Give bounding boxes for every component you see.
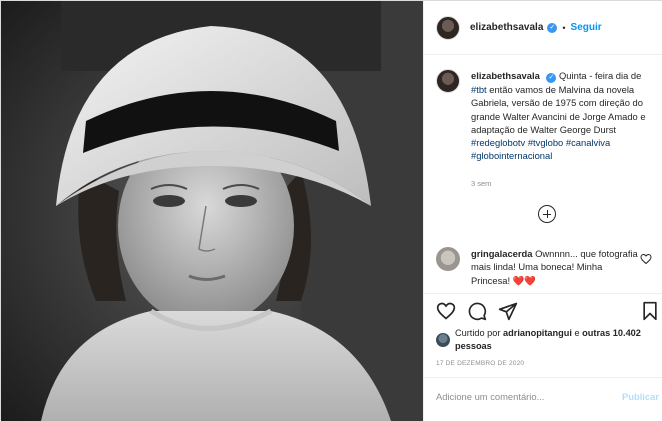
author-avatar[interactable] bbox=[436, 15, 460, 40]
hashtag-globointernacional[interactable]: #globointernacional bbox=[471, 150, 552, 161]
post-side-panel: elizabethsavala ✓ • Seguir elizabethsava… bbox=[423, 1, 662, 421]
post-date[interactable]: 17 DE DEZEMBRO DE 2020 bbox=[436, 360, 524, 367]
likes-summary: Curtido por adrianopitangui e outras 10.… bbox=[436, 327, 662, 353]
commenter-username[interactable]: gringalacerda bbox=[471, 248, 532, 259]
add-comment-input[interactable]: Adicione um comentário... bbox=[436, 391, 544, 402]
post-actions-bar bbox=[434, 301, 660, 323]
post-header: elizabethsavala ✓ • Seguir bbox=[424, 1, 662, 55]
save-bookmark-icon[interactable] bbox=[640, 301, 660, 321]
like-heart-icon[interactable] bbox=[436, 301, 456, 321]
share-icon[interactable] bbox=[498, 301, 518, 321]
header-separator: • bbox=[562, 22, 566, 33]
comment-like-heart-icon[interactable] bbox=[640, 253, 652, 265]
hashtag-canalviva[interactable]: #canalviva bbox=[566, 137, 610, 148]
caption-author-avatar[interactable] bbox=[436, 69, 460, 93]
caption-timestamp[interactable]: 3 sem bbox=[471, 179, 491, 188]
likes-text: Curtido por adrianopitangui e outras 10.… bbox=[455, 327, 662, 353]
post-photo[interactable] bbox=[1, 1, 423, 421]
hashtag-tbt[interactable]: #tbt bbox=[471, 84, 487, 95]
caption-body-1: Quinta - feira dia de bbox=[559, 70, 642, 81]
caption-verified-badge-icon: ✓ bbox=[546, 73, 557, 83]
hashtag-redeglobotv[interactable]: #redeglobotv bbox=[471, 137, 525, 148]
comment-hearts: ❤️❤️ bbox=[512, 274, 537, 286]
follow-button[interactable]: Seguir bbox=[571, 22, 602, 33]
caption-body-2: então vamos de Malvina da novela Gabriel… bbox=[471, 84, 646, 135]
load-more-comments-icon[interactable] bbox=[538, 205, 556, 223]
verified-badge-icon: ✓ bbox=[547, 22, 558, 33]
commenter-avatar[interactable] bbox=[436, 247, 460, 271]
liker-username[interactable]: adrianopitangui bbox=[503, 328, 572, 338]
instagram-post-modal: elizabethsavala ✓ • Seguir elizabethsava… bbox=[0, 0, 662, 421]
likes-prefix: Curtido por bbox=[455, 328, 501, 338]
likes-connector: e bbox=[574, 328, 580, 338]
comment-item: gringalacerda Ownnnn... que fotografia m… bbox=[436, 247, 658, 287]
author-username[interactable]: elizabethsavala bbox=[470, 22, 543, 33]
hashtag-tvglobo[interactable]: #tvglobo bbox=[528, 137, 563, 148]
caption-username[interactable]: elizabethsavala bbox=[471, 70, 540, 81]
actions-divider bbox=[424, 293, 662, 294]
caption-text: elizabethsavala ✓ Quinta - feira dia de … bbox=[471, 69, 658, 163]
comment-box-divider bbox=[424, 377, 662, 378]
post-photo-image bbox=[1, 1, 423, 421]
comment-body: gringalacerda Ownnnn... que fotografia m… bbox=[471, 247, 639, 287]
comment-icon[interactable] bbox=[467, 301, 487, 321]
liker-avatar[interactable] bbox=[436, 333, 450, 347]
post-caption: elizabethsavala ✓ Quinta - feira dia de … bbox=[436, 69, 658, 163]
publish-button[interactable]: Publicar bbox=[622, 391, 659, 402]
